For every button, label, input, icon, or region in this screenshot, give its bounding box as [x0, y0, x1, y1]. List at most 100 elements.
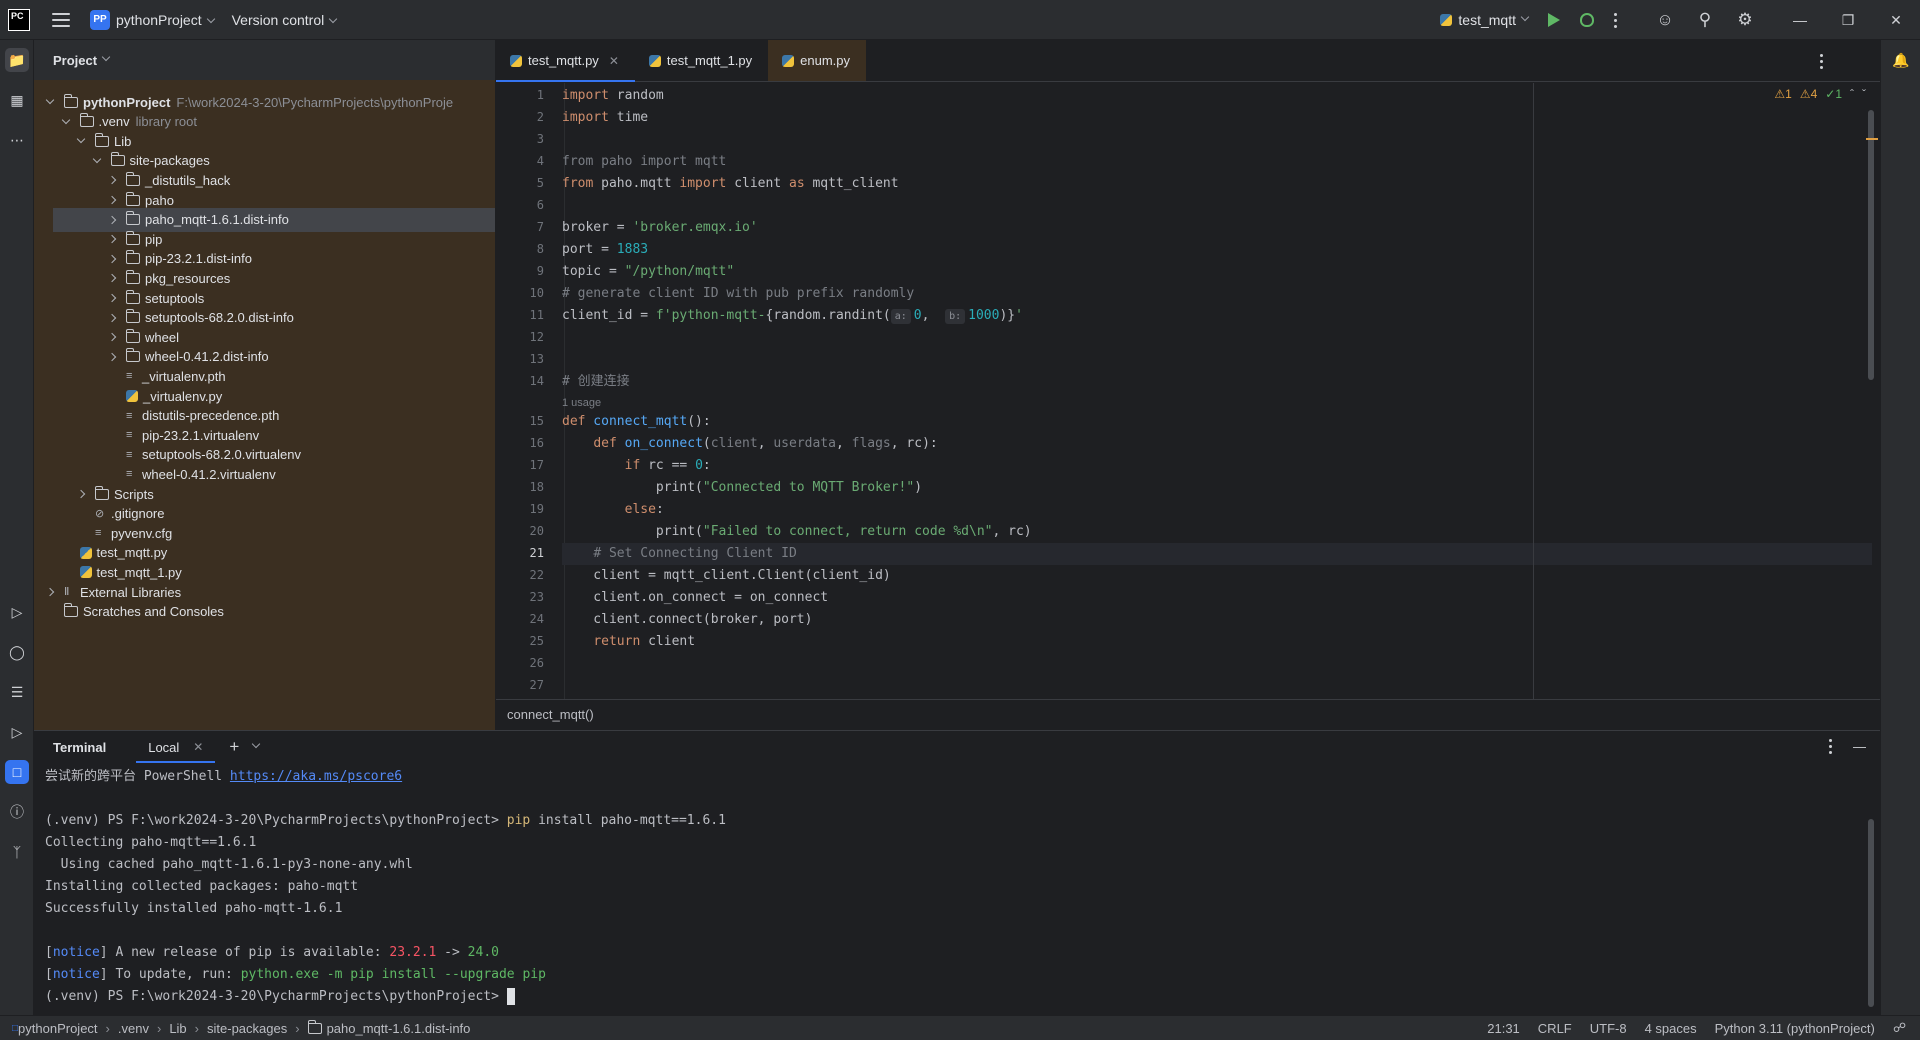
code-line: # Set Connecting Client ID [562, 543, 1872, 565]
project-switcher[interactable]: pythonProject [116, 12, 215, 28]
project-badge[interactable]: PP [90, 9, 110, 30]
status-crumb[interactable]: pythonProject [18, 1021, 98, 1036]
chevron-down-icon[interactable]: ˇ [1862, 87, 1866, 101]
editor-scrollbar[interactable] [1868, 110, 1874, 380]
terminal-tab-local[interactable]: Local ✕ [136, 731, 216, 763]
close-icon[interactable]: ✕ [193, 740, 203, 754]
line-separator[interactable]: CRLF [1538, 1021, 1572, 1036]
project-tool-icon[interactable]: 📁 [5, 48, 29, 72]
chevron-right-icon[interactable] [76, 489, 86, 499]
terminal-options-icon[interactable] [1829, 739, 1833, 754]
status-crumb[interactable]: paho_mqtt-1.6.1.dist-info [327, 1021, 471, 1036]
chevron-down-icon [206, 14, 215, 23]
chevron-right-icon[interactable] [107, 293, 117, 303]
code-token: 0 [695, 458, 703, 473]
restore-button[interactable]: ❐ [1824, 12, 1872, 29]
status-crumb[interactable]: site-packages [207, 1021, 287, 1036]
code-breadcrumb[interactable]: connect_mqtt() [496, 699, 1880, 729]
code-token: userdata [773, 436, 836, 451]
code-line: from paho.mqtt import client as mqtt_cli… [562, 173, 1872, 195]
chevron-down-icon [328, 14, 338, 23]
terminal-output[interactable]: 尝试新的跨平台 PowerShell https://aka.ms/pscore… [45, 766, 1865, 1011]
more-actions-icon[interactable] [1614, 12, 1618, 28]
app-logo: PC [8, 8, 30, 31]
tab-actions-icon[interactable] [1820, 54, 1824, 69]
chevron-right-icon[interactable] [107, 195, 117, 205]
code-token: 1883 [616, 242, 649, 257]
terminal-text: pip [506, 813, 531, 828]
main-menu-icon[interactable] [52, 12, 70, 27]
vcs-menu[interactable]: Version control [232, 12, 338, 28]
chevron-right-icon[interactable] [45, 587, 55, 597]
code-token: flags [851, 436, 891, 451]
code-token: 'broker.emqx.io' [632, 220, 758, 235]
chevron-down-icon[interactable] [61, 115, 70, 124]
gear-icon[interactable]: ⚙ [1736, 10, 1754, 30]
tree-item[interactable]: Scratches and Consoles [34, 600, 495, 624]
python-console-icon[interactable]: ◯ [5, 640, 29, 664]
new-terminal-icon[interactable]: + [229, 737, 239, 757]
structure-tool-icon[interactable]: ▦ [5, 88, 29, 112]
chevron-right-icon[interactable] [107, 274, 117, 283]
error-count: ⚠1 [1774, 87, 1792, 101]
tab-test-mqtt-py[interactable]: test_mqtt.py ✕ [496, 40, 635, 82]
python-interpreter[interactable]: Python 3.11 (pythonProject) [1715, 1021, 1875, 1036]
debug-icon[interactable] [1580, 13, 1594, 27]
text-file-icon: ≡ [126, 468, 133, 481]
tab-test-mqtt-1-py[interactable]: test_mqtt_1.py [635, 40, 768, 81]
caret-position[interactable]: 21:31 [1487, 1021, 1520, 1036]
git-icon[interactable]: ᛉ [5, 840, 29, 864]
chevron-right-icon[interactable] [107, 254, 117, 264]
code-token: topic = [562, 264, 625, 279]
code-token: client [726, 176, 789, 191]
close-icon[interactable]: ✕ [609, 54, 619, 68]
chevron-down-icon[interactable] [92, 154, 101, 164]
tab-enum-py[interactable]: enum.py [768, 40, 867, 81]
chevron-up-icon[interactable]: ˆ [1850, 87, 1854, 101]
tree-item-label: wheel [145, 329, 179, 345]
terminal-tool-icon[interactable]: □ [5, 760, 29, 784]
minimize-button[interactable]: — [1776, 12, 1824, 28]
more-tools-icon[interactable]: ⋯ [5, 128, 29, 152]
chevron-right-icon[interactable] [107, 352, 117, 362]
terminal-scrollbar[interactable] [1868, 819, 1874, 1007]
project-panel-header[interactable]: Project [34, 40, 495, 80]
warning-marker[interactable] [1866, 138, 1878, 140]
file-encoding[interactable]: UTF-8 [1590, 1021, 1627, 1036]
add-user-icon[interactable]: ☺ [1656, 10, 1674, 30]
status-bar: □ pythonProject › .venv › Lib › site-packages ›… [0, 1015, 1920, 1040]
hide-panel-icon[interactable]: — [1853, 739, 1866, 754]
status-crumb[interactable]: .venv [118, 1021, 149, 1036]
python-packages-icon[interactable]: ☰ [5, 680, 29, 704]
chevron-right-icon[interactable] [107, 234, 117, 244]
terminal-link[interactable]: https://aka.ms/pscore6 [230, 769, 402, 784]
code-token: def [562, 414, 586, 429]
terminal-text: 23.2.1 [389, 945, 437, 960]
search-icon[interactable]: ⚲ [1696, 10, 1714, 30]
code-area[interactable]: import random import time from paho import… [562, 83, 1872, 741]
close-window-button[interactable]: ✕ [1872, 12, 1920, 29]
chevron-down-icon[interactable] [45, 95, 55, 105]
run-config-selector[interactable]: test_mqtt [1440, 12, 1530, 28]
run-tool-icon[interactable]: ▷ [5, 600, 29, 624]
services-icon[interactable]: ▷ [5, 720, 29, 744]
tree-item-label: pip [145, 231, 163, 247]
chevron-right-icon[interactable] [107, 176, 117, 185]
problems-icon[interactable]: ⓘ [5, 800, 29, 824]
code-line: import time [562, 107, 1872, 129]
tree-item-label: _distutils_hack [145, 172, 231, 188]
run-icon[interactable] [1548, 13, 1560, 27]
chevron-right-icon[interactable] [107, 332, 117, 342]
chevron-right-icon[interactable] [107, 313, 117, 322]
chevron-right-icon[interactable] [107, 215, 117, 224]
package-icon [126, 269, 140, 284]
indent-setting[interactable]: 4 spaces [1645, 1021, 1697, 1036]
inspection-widget[interactable]: ⚠1 ⚠4 ✓1 ˆ ˇ [1774, 87, 1866, 101]
notifications-icon[interactable]: 🔔 [1889, 48, 1913, 72]
usage-hint[interactable]: 1 usage [562, 397, 601, 409]
status-crumb[interactable]: Lib [169, 1021, 186, 1036]
chevron-down-icon[interactable] [252, 739, 261, 749]
code-token: client_id = [562, 308, 656, 323]
chevron-down-icon[interactable] [76, 134, 86, 144]
lock-icon[interactable]: ☍ [1893, 1020, 1906, 1036]
